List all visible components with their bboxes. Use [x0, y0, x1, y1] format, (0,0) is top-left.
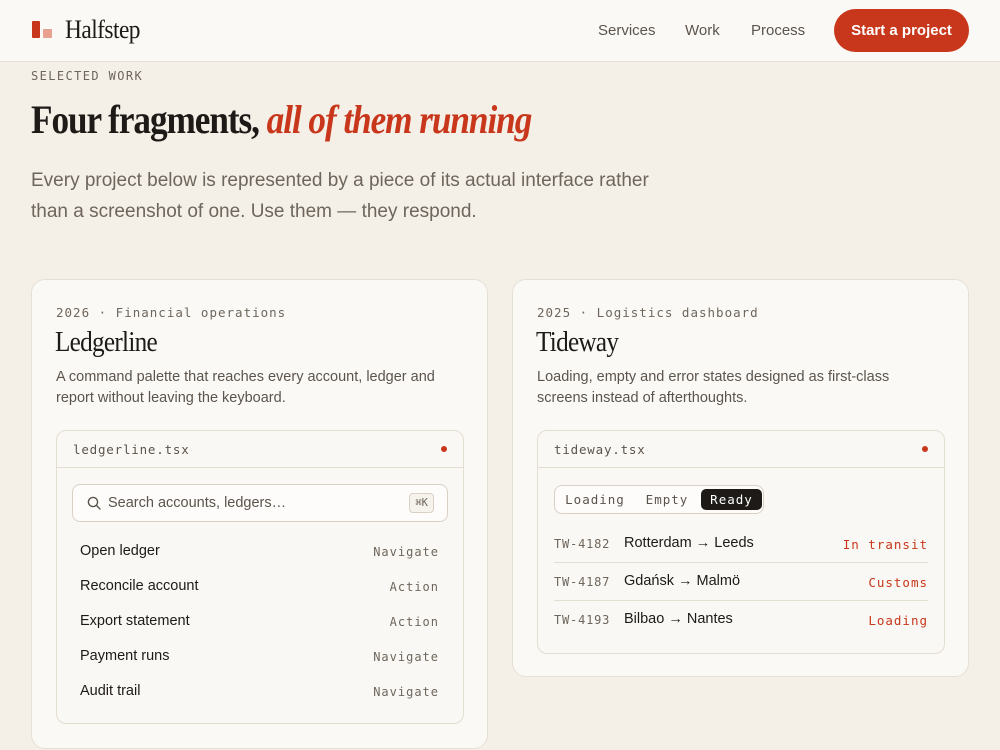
shipment-id: TW-4193	[554, 613, 611, 627]
shipment-row[interactable]: TW-4193 Bilbao → Nantes Loading	[554, 601, 928, 639]
command-label: Payment runs	[80, 648, 170, 664]
project-description: A command palette that reaches every acc…	[56, 369, 435, 406]
command-item-reconcile-account[interactable]: Reconcile account Action	[57, 569, 463, 604]
shortcut-badge: ⌘K	[409, 493, 434, 513]
shipment-route: Bilbao → Nantes	[624, 611, 733, 627]
shipment-id: TW-4182	[554, 537, 611, 551]
project-title: Ledgerline	[55, 327, 158, 358]
shipment-status: Customs	[868, 575, 928, 590]
title-plain: Four fragments,	[31, 97, 260, 142]
command-label: Audit trail	[80, 683, 141, 699]
project-meta: 2026 · Financial operations	[56, 305, 287, 320]
live-dot-icon	[922, 446, 928, 452]
shipment-route: Gdańsk → Malmö	[624, 573, 741, 589]
command-item-audit-trail[interactable]: Audit trail Navigate	[57, 674, 463, 709]
title-accent: all of them running	[266, 97, 533, 142]
frame-filename: tideway.tsx	[554, 442, 646, 457]
shipment-row[interactable]: TW-4182 Rotterdam → Leeds In transit	[554, 525, 928, 563]
nav-work[interactable]: Work	[685, 22, 720, 39]
frame-titlebar: ledgerline.tsx	[57, 431, 463, 468]
shipment-row[interactable]: TW-4187 Gdańsk → Malmö Customs	[554, 563, 928, 601]
logo-mark-icon	[32, 21, 54, 39]
search-icon	[87, 496, 101, 510]
project-card-tideway: 2025 · Logistics dashboard Tideway Loadi…	[512, 279, 969, 677]
brand-name: Halfstep	[65, 15, 140, 44]
command-item-payment-runs[interactable]: Payment runs Navigate	[57, 639, 463, 674]
command-type: Action	[389, 615, 439, 629]
demo-frame-ledgerline: ledgerline.tsx ⌘K Open ledger Navigate R…	[56, 430, 464, 724]
command-label: Reconcile account	[80, 578, 199, 594]
command-item-open-ledger[interactable]: Open ledger Navigate	[57, 534, 463, 569]
command-type: Action	[389, 580, 439, 594]
nav-services[interactable]: Services	[598, 22, 656, 39]
site-header: Halfstep Services Work Process Start a p…	[0, 0, 1000, 62]
command-label: Open ledger	[80, 543, 160, 559]
shipment-status: Loading	[868, 613, 928, 628]
shipment-status: In transit	[842, 537, 928, 552]
live-dot-icon	[441, 446, 447, 452]
tab-loading[interactable]: Loading	[560, 489, 630, 510]
section-eyebrow: SELECTED WORK	[31, 69, 144, 83]
command-type: Navigate	[373, 545, 439, 559]
project-description: Loading, empty and error states designed…	[537, 369, 890, 406]
state-toggle: Loading Empty Ready	[554, 485, 764, 514]
command-label: Export statement	[80, 613, 190, 629]
command-search-box[interactable]: ⌘K	[72, 484, 448, 522]
search-input[interactable]	[108, 485, 398, 521]
frame-filename: ledgerline.tsx	[73, 442, 190, 457]
project-title: Tideway	[536, 327, 619, 358]
intro-text: Every project below is represented by a …	[31, 170, 649, 222]
brand-logo[interactable]: Halfstep	[32, 14, 148, 46]
shipment-id: TW-4187	[554, 575, 611, 589]
tab-ready[interactable]: Ready	[701, 489, 762, 510]
command-type: Navigate	[373, 685, 439, 699]
tab-empty[interactable]: Empty	[635, 489, 699, 510]
project-card-ledgerline: 2026 · Financial operations Ledgerline A…	[31, 279, 488, 749]
shipment-route: Rotterdam → Leeds	[624, 535, 754, 551]
project-meta: 2025 · Logistics dashboard	[537, 305, 759, 320]
frame-titlebar: tideway.tsx	[538, 431, 944, 468]
command-type: Navigate	[373, 650, 439, 664]
nav-process[interactable]: Process	[751, 22, 805, 39]
page-title: Four fragments, all of them running	[31, 96, 533, 143]
start-project-button[interactable]: Start a project	[834, 9, 969, 52]
demo-frame-tideway: tideway.tsx Loading Empty Ready TW-4182 …	[537, 430, 945, 654]
command-item-export-statement[interactable]: Export statement Action	[57, 604, 463, 639]
